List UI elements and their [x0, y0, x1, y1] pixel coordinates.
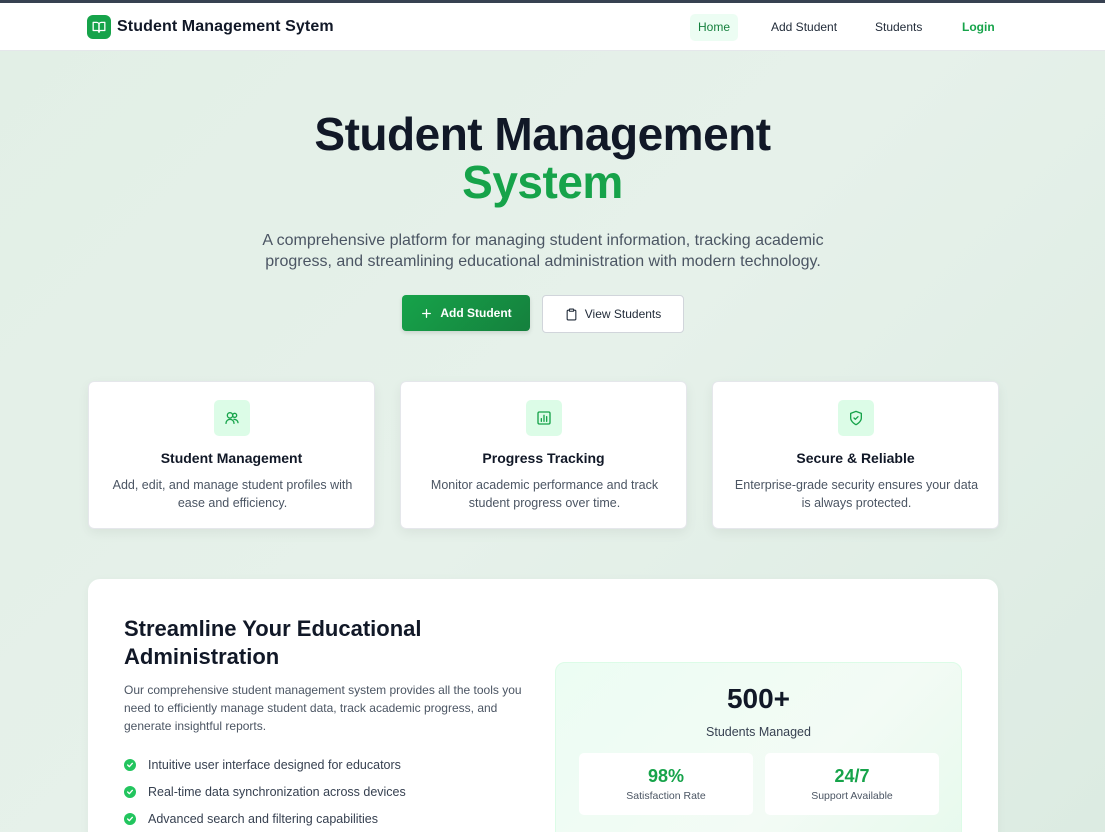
checklist-item-text: Real-time data synchronization across de… — [148, 784, 406, 799]
nav-home-link[interactable]: Home — [690, 14, 738, 41]
feature-description: Monitor academic performance and track s… — [430, 478, 659, 510]
add-student-button-label: Add Student — [440, 306, 512, 320]
hero-title-line1: Student Management — [314, 108, 771, 160]
nav-students-link[interactable]: Students — [875, 14, 922, 41]
stat-label: Support Available — [811, 790, 893, 802]
stat-card-support: 24/7 Support Available — [765, 753, 939, 815]
nav-add-student-link[interactable]: Add Student — [771, 14, 837, 41]
hero-title-line2: System — [462, 156, 623, 208]
info-panel: Streamline Your Educational Administrati… — [88, 579, 998, 832]
add-student-button[interactable]: Add Student — [402, 295, 530, 331]
feature-title: Secure & Reliable — [796, 450, 915, 466]
check-circle-icon — [124, 758, 136, 771]
checklist-item: Advanced search and filtering capabiliti… — [124, 805, 406, 832]
feature-checklist: Intuitive user interface designed for ed… — [124, 751, 406, 832]
clipboard-icon — [565, 308, 578, 321]
checklist-item: Real-time data synchronization across de… — [124, 778, 406, 805]
brand[interactable]: Student Management Sytem — [87, 15, 334, 39]
stats-box: 500+ Students Managed 98% Satisfaction R… — [555, 662, 962, 832]
feature-title: Student Management — [160, 450, 303, 466]
feature-title: Progress Tracking — [482, 450, 605, 466]
bar-chart-icon — [526, 400, 562, 436]
students-managed-value: 500+ — [726, 683, 791, 714]
book-icon — [87, 15, 111, 39]
brand-name: Student Management Sytem — [117, 18, 334, 35]
checklist-item-text: Advanced search and filtering capabiliti… — [148, 811, 378, 826]
panel-title: Streamline Your Educational Administrati… — [124, 616, 422, 669]
feature-description: Enterprise-grade security ensures your d… — [734, 478, 979, 510]
hero-subtitle: A comprehensive platform for managing st… — [262, 232, 824, 270]
checklist-item-text: Intuitive user interface designed for ed… — [148, 757, 401, 772]
nav-login-link[interactable]: Login — [962, 14, 995, 41]
view-students-button[interactable]: View Students — [542, 295, 684, 333]
checklist-item: Intuitive user interface designed for ed… — [124, 751, 406, 778]
users-icon — [214, 400, 250, 436]
plus-icon — [420, 307, 433, 320]
feature-card-student-management: Student Management Add, edit, and manage… — [88, 381, 375, 529]
view-students-button-label: View Students — [584, 307, 662, 321]
panel-description: Our comprehensive student management sys… — [124, 683, 522, 733]
feature-card-progress-tracking: Progress Tracking Monitor academic perfo… — [400, 381, 687, 529]
students-managed-label: Students Managed — [706, 725, 811, 739]
feature-card-secure-reliable: Secure & Reliable Enterprise-grade secur… — [712, 381, 999, 529]
navbar: Student Management Sytem Home Add Studen… — [0, 3, 1105, 51]
stat-card-satisfaction: 98% Satisfaction Rate — [579, 753, 753, 815]
stat-label: Satisfaction Rate — [626, 790, 706, 802]
check-circle-icon — [124, 812, 136, 825]
feature-description: Add, edit, and manage student profiles w… — [112, 478, 353, 510]
stat-value: 24/7 — [834, 766, 870, 786]
check-circle-icon — [124, 785, 136, 798]
stat-value: 98% — [647, 766, 685, 786]
hero-title: Student Management System — [0, 110, 1085, 206]
shield-check-icon — [838, 400, 874, 436]
